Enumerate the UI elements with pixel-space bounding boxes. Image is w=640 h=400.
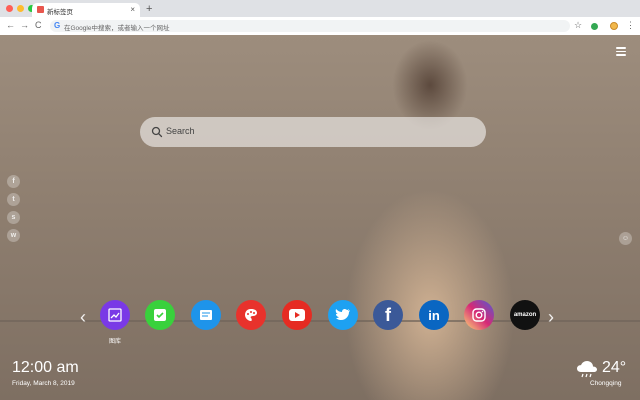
clock-date: Friday, March 8, 2019	[12, 380, 75, 387]
amazon-icon: amazon	[513, 312, 537, 318]
paint-app-button[interactable]	[236, 300, 266, 330]
address-bar[interactable]: G 在Google中搜索，或者输入一个网址	[50, 20, 570, 32]
notes-icon	[200, 310, 212, 320]
paint-icon	[245, 309, 257, 321]
browser-toolbar: ← → C G 在Google中搜索，或者输入一个网址 ☆ ⋮	[0, 17, 640, 36]
tab-title: 新标签页	[47, 9, 73, 16]
app-shortcuts: 图库 f in amazon	[0, 35, 640, 400]
youtube-app-button[interactable]	[282, 300, 312, 330]
window-controls	[6, 5, 35, 12]
browser-menu-icon[interactable]: ⋮	[626, 20, 635, 31]
gallery-icon	[108, 308, 122, 322]
amazon-app-button[interactable]: amazon	[510, 300, 540, 330]
tasks-icon	[154, 309, 166, 321]
gallery-app-button[interactable]	[100, 300, 130, 330]
linkedin-icon: in	[428, 307, 440, 323]
facebook-icon: f	[385, 304, 391, 325]
google-icon: G	[54, 21, 61, 30]
tasks-app-button[interactable]	[145, 300, 175, 330]
new-tab-button[interactable]: +	[146, 3, 152, 15]
browser-chrome: 新标签页 × + ← → C G 在Google中搜索，或者输入一个网址 ☆ ⋮	[0, 0, 640, 36]
back-button[interactable]: ←	[6, 20, 15, 30]
tab-favicon-icon	[37, 6, 44, 13]
extension-green-icon[interactable]	[591, 23, 598, 30]
youtube-icon	[289, 309, 305, 321]
twitter-icon	[335, 308, 350, 320]
instagram-icon	[472, 308, 486, 322]
cloud-rain-icon	[577, 361, 597, 378]
gallery-app-label: 图库	[108, 339, 121, 345]
address-placeholder: 在Google中搜索，或者输入一个网址	[64, 25, 170, 32]
clock-time: 12:00 am	[12, 359, 79, 376]
weather-widget[interactable]: 24° Chongqing	[574, 359, 634, 389]
reload-button[interactable]: C	[35, 20, 42, 30]
weather-city: Chongqing	[590, 380, 622, 387]
linkedin-app-button[interactable]: in	[419, 300, 449, 330]
bookmark-star-icon[interactable]: ☆	[574, 20, 582, 31]
facebook-app-button[interactable]: f	[373, 300, 403, 330]
profile-avatar-icon[interactable]	[610, 22, 618, 30]
weather-temperature: 24°	[602, 359, 627, 376]
minimize-window-icon[interactable]	[17, 5, 24, 12]
tab-new-tab[interactable]: 新标签页 ×	[32, 3, 140, 17]
instagram-app-button[interactable]	[464, 300, 494, 330]
close-window-icon[interactable]	[6, 5, 13, 12]
wallpaper-background: Search f t s w ☺ ‹ › 图库 f in amazon 12:0…	[0, 35, 640, 400]
notes-app-button[interactable]	[191, 300, 221, 330]
forward-button[interactable]: →	[20, 20, 29, 30]
twitter-app-button[interactable]	[328, 300, 358, 330]
tab-close-icon[interactable]: ×	[130, 5, 135, 14]
tab-strip: 新标签页 × +	[0, 0, 640, 17]
